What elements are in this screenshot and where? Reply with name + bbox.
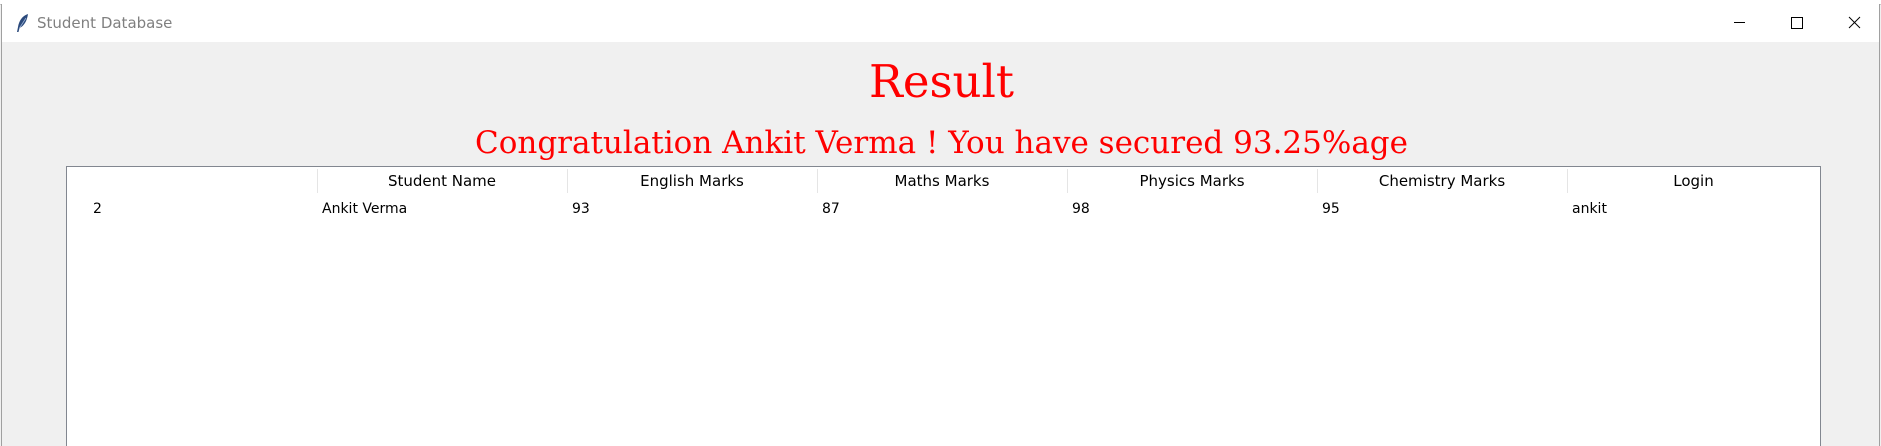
column-header-maths-marks[interactable]: Maths Marks	[817, 167, 1067, 195]
column-header-login[interactable]: Login	[1567, 167, 1820, 195]
close-button[interactable]	[1826, 4, 1881, 42]
column-header-physics-marks[interactable]: Physics Marks	[1067, 167, 1317, 195]
title-bar[interactable]: Student Database	[1, 4, 1880, 42]
column-header-student-name[interactable]: Student Name	[317, 167, 567, 195]
cell-maths-marks: 87	[822, 201, 840, 217]
app-window: Student Database Result Congratulation A…	[0, 0, 1881, 446]
student-table[interactable]: Student Name English Marks Maths Marks P…	[66, 166, 1821, 446]
column-header-id[interactable]	[67, 167, 317, 195]
feather-icon	[15, 13, 31, 33]
column-header-english-marks[interactable]: English Marks	[567, 167, 817, 195]
cell-physics-marks: 98	[1072, 201, 1090, 217]
congratulation-message: Congratulation Ankit Verma ! You have se…	[474, 125, 1408, 161]
cell-chemistry-marks: 95	[1322, 201, 1340, 217]
cell-student-name: Ankit Verma	[322, 201, 408, 217]
window-title: Student Database	[37, 14, 173, 32]
cell-english-marks: 93	[572, 201, 590, 217]
window-content: Result Congratulation Ankit Verma ! You …	[1, 42, 1880, 446]
column-header-chemistry-marks[interactable]: Chemistry Marks	[1317, 167, 1567, 195]
table-header: Student Name English Marks Maths Marks P…	[67, 167, 1820, 195]
result-heading: Result	[868, 55, 1015, 108]
minimize-button[interactable]	[1710, 4, 1768, 42]
minimize-icon	[1734, 22, 1745, 23]
close-icon	[1848, 16, 1861, 29]
cell-login: ankit	[1572, 201, 1607, 217]
maximize-button[interactable]	[1768, 4, 1826, 42]
maximize-icon	[1791, 17, 1803, 29]
cell-id: 2	[93, 201, 102, 217]
